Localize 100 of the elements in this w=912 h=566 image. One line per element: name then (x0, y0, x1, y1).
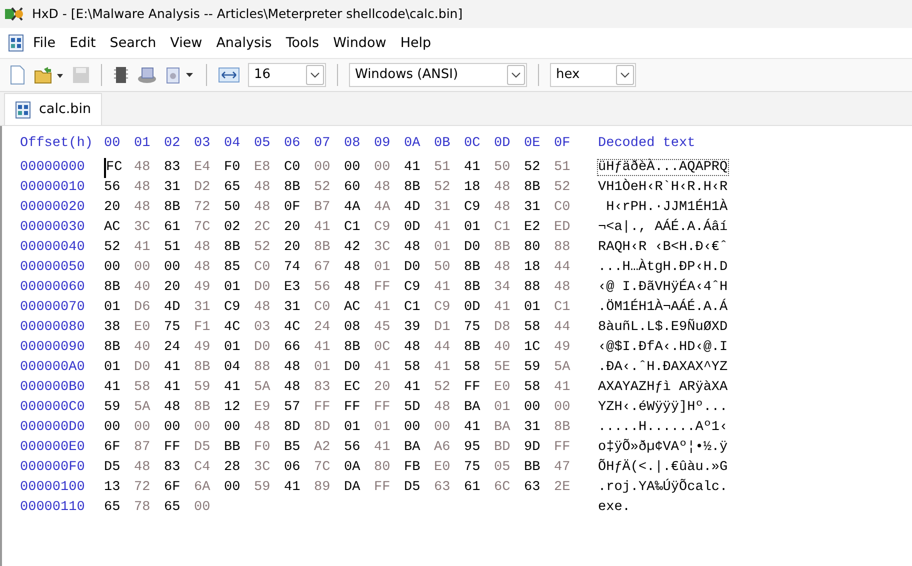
hex-byte[interactable]: 8B (524, 178, 554, 198)
hex-byte[interactable]: 48 (254, 178, 284, 198)
hex-byte[interactable]: 6A (194, 478, 224, 498)
hex-byte[interactable]: 58 (464, 358, 494, 378)
hex-byte[interactable]: 80 (524, 238, 554, 258)
hex-byte[interactable]: DA (344, 478, 374, 498)
hex-byte[interactable]: 8B (194, 398, 224, 418)
hex-byte[interactable]: 65 (104, 498, 134, 518)
hex-byte[interactable]: D0 (254, 278, 284, 298)
hex-byte[interactable]: C0 (314, 298, 344, 318)
hex-byte[interactable]: D8 (494, 318, 524, 338)
hex-byte[interactable]: 00 (134, 418, 164, 438)
hex-byte[interactable]: 52 (254, 238, 284, 258)
menu-item[interactable]: Window (328, 30, 392, 56)
hex-byte[interactable]: 8B (344, 338, 374, 358)
hex-byte[interactable]: 20 (284, 218, 314, 238)
hex-byte[interactable]: 44 (554, 258, 584, 278)
hex-byte[interactable]: FF (374, 278, 404, 298)
hex-byte[interactable]: 00 (374, 158, 404, 178)
hex-byte[interactable]: 5A (254, 378, 284, 398)
hex-byte[interactable]: 66 (284, 338, 314, 358)
hex-byte[interactable]: BD (494, 438, 524, 458)
hex-byte[interactable]: 8B (224, 238, 254, 258)
hex-byte[interactable]: 41 (464, 418, 494, 438)
hex-byte[interactable]: 00 (194, 418, 224, 438)
hex-byte[interactable]: 56 (314, 278, 344, 298)
hex-byte[interactable]: AC (104, 218, 134, 238)
hex-byte[interactable]: E2 (524, 218, 554, 238)
hex-byte[interactable]: 49 (554, 338, 584, 358)
hex-byte[interactable]: 48 (134, 178, 164, 198)
hex-byte[interactable]: 49 (194, 338, 224, 358)
menu-item[interactable]: Edit (64, 30, 101, 56)
hex-byte[interactable]: 57 (284, 398, 314, 418)
hex-byte[interactable]: FC (104, 158, 134, 178)
hex-byte[interactable]: E9 (254, 398, 284, 418)
hex-byte[interactable]: B5 (284, 438, 314, 458)
hex-byte[interactable]: BA (404, 438, 434, 458)
hex-byte[interactable]: 0D (464, 298, 494, 318)
hex-byte[interactable]: FF (464, 378, 494, 398)
hex-byte[interactable]: C9 (404, 278, 434, 298)
hex-byte[interactable]: 01 (494, 398, 524, 418)
hex-byte[interactable]: 41 (434, 358, 464, 378)
hex-byte[interactable]: D6 (134, 298, 164, 318)
hex-byte[interactable]: 31 (194, 298, 224, 318)
hex-byte[interactable]: 20 (374, 378, 404, 398)
hex-byte[interactable]: 08 (344, 318, 374, 338)
hex-byte[interactable]: 42 (344, 238, 374, 258)
hex-byte[interactable]: 51 (554, 158, 584, 178)
hex-byte[interactable]: 88 (554, 238, 584, 258)
hex-byte[interactable]: 58 (524, 378, 554, 398)
hex-byte[interactable]: 06 (284, 458, 314, 478)
hex-byte[interactable]: FB (404, 458, 434, 478)
hex-byte[interactable]: 40 (134, 338, 164, 358)
hex-byte[interactable]: 01 (104, 298, 134, 318)
hex-byte[interactable]: 01 (524, 298, 554, 318)
hex-byte[interactable]: 41 (434, 218, 464, 238)
hex-byte[interactable]: 00 (314, 158, 344, 178)
hex-byte[interactable]: 41 (374, 358, 404, 378)
hex-byte[interactable]: 00 (344, 158, 374, 178)
hex-byte[interactable]: 41 (314, 218, 344, 238)
hex-byte[interactable]: 52 (554, 178, 584, 198)
hex-byte[interactable]: C9 (464, 198, 494, 218)
hex-byte[interactable]: BA (464, 398, 494, 418)
hex-byte[interactable]: 03 (254, 318, 284, 338)
hex-byte[interactable]: D5 (404, 478, 434, 498)
hex-byte[interactable]: C1 (494, 218, 524, 238)
hex-byte[interactable]: 48 (134, 158, 164, 178)
hex-byte[interactable]: 48 (494, 198, 524, 218)
hex-byte[interactable]: 41 (164, 378, 194, 398)
hex-byte[interactable]: B7 (314, 198, 344, 218)
new-file-icon[interactable] (8, 65, 26, 85)
hex-byte[interactable]: 0F (284, 198, 314, 218)
hex-byte[interactable]: 41 (404, 378, 434, 398)
hex-byte[interactable]: 56 (104, 178, 134, 198)
open-folder-icon[interactable] (34, 66, 64, 84)
hex-byte[interactable]: 59 (254, 478, 284, 498)
hex-byte[interactable]: 48 (194, 258, 224, 278)
hex-byte[interactable]: 75 (464, 458, 494, 478)
hex-byte[interactable]: 8B (104, 338, 134, 358)
hex-byte[interactable]: 0C (374, 338, 404, 358)
hex-byte[interactable]: C1 (554, 298, 584, 318)
hex-byte[interactable]: 00 (554, 398, 584, 418)
hex-byte[interactable]: 41 (404, 158, 434, 178)
hex-byte[interactable]: FF (344, 398, 374, 418)
hex-byte[interactable]: 31 (524, 198, 554, 218)
hex-byte[interactable]: E0 (434, 458, 464, 478)
hex-byte[interactable]: 00 (104, 418, 134, 438)
hex-byte[interactable]: 31 (164, 178, 194, 198)
hex-byte[interactable]: 44 (434, 338, 464, 358)
hex-byte[interactable]: 65 (224, 178, 254, 198)
hex-byte[interactable]: C9 (224, 298, 254, 318)
hex-byte[interactable]: C4 (194, 458, 224, 478)
hex-byte[interactable]: 48 (494, 178, 524, 198)
hex-byte[interactable]: 34 (494, 278, 524, 298)
hex-byte[interactable]: 01 (104, 358, 134, 378)
hex-byte[interactable]: 63 (524, 478, 554, 498)
hex-byte[interactable]: 31 (434, 198, 464, 218)
hex-byte[interactable]: 12 (224, 398, 254, 418)
hex-byte[interactable]: 65 (164, 498, 194, 518)
hex-byte[interactable]: 58 (134, 378, 164, 398)
